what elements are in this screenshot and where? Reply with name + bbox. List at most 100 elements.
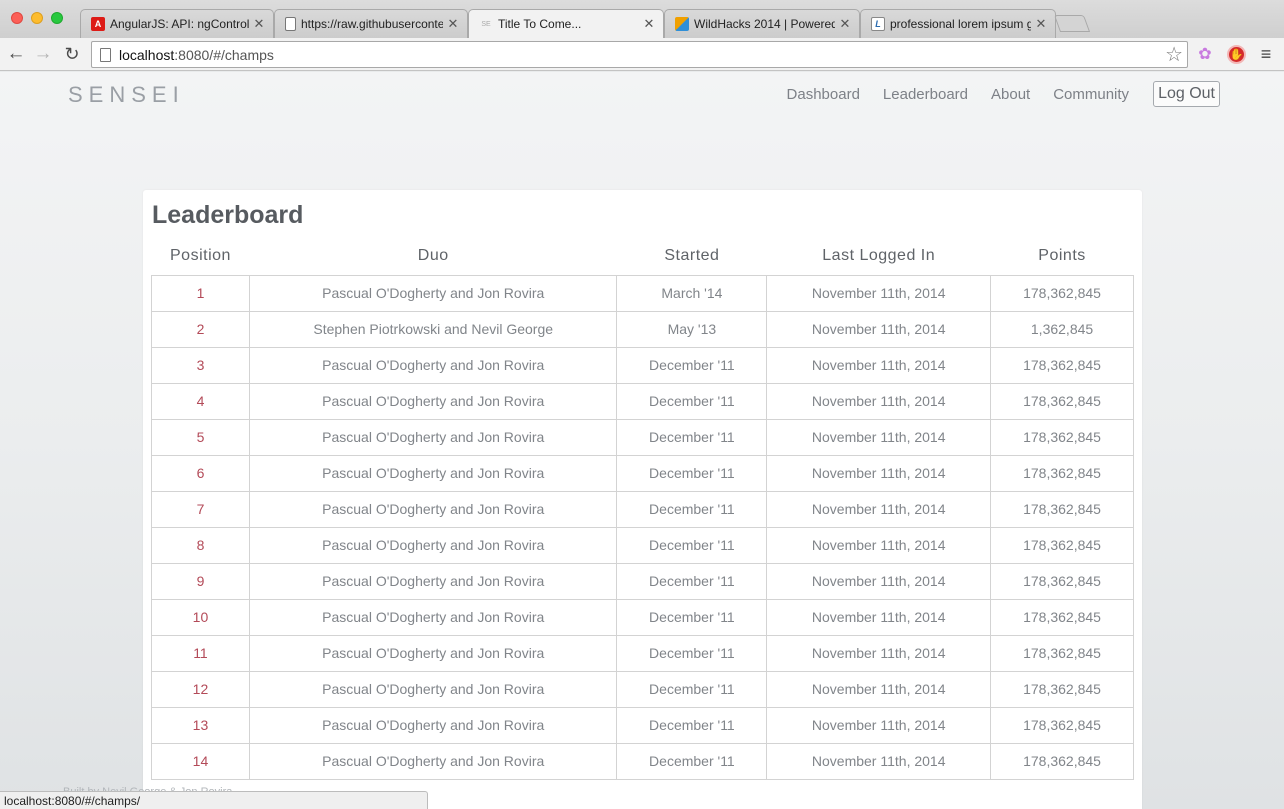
cell-position[interactable]: 5 [151, 418, 250, 456]
cell-duo: Pascual O'Dogherty and Jon Rovira [248, 562, 618, 600]
cell-points: 178,362,845 [990, 382, 1134, 420]
cell-duo: Pascual O'Dogherty and Jon Rovira [248, 742, 618, 780]
cell-started: December '11 [616, 742, 768, 780]
cell-position[interactable]: 11 [151, 634, 250, 672]
adblock-stop-icon[interactable]: ✋ [1227, 45, 1246, 64]
cell-position[interactable]: 7 [151, 490, 250, 528]
cell-started: December '11 [616, 454, 768, 492]
cell-last-logged-in: November 11th, 2014 [766, 382, 992, 420]
forward-arrow-icon[interactable]: → [32, 43, 54, 65]
table-header-row: Position Duo Started Last Logged In Poin… [152, 238, 1134, 275]
cell-position[interactable]: 4 [151, 382, 250, 420]
close-window-button[interactable] [11, 12, 23, 24]
address-bar[interactable]: localhost:8080/#/champs ☆ [91, 41, 1188, 68]
browser-tabstrip: A AngularJS: API: ngController ✕ https:/… [0, 0, 1284, 38]
tab-close-icon[interactable]: ✕ [839, 16, 851, 32]
cell-last-logged-in: November 11th, 2014 [766, 670, 992, 708]
cell-position[interactable]: 3 [151, 346, 250, 384]
new-tab-button[interactable] [1053, 15, 1091, 32]
cell-points: 178,362,845 [990, 670, 1134, 708]
table-row: 11 Pascual O'Dogherty and Jon Rovira Decem… [151, 634, 1134, 672]
column-header-started: Started [664, 247, 720, 265]
browser-tab-active[interactable]: SE Title To Come... ✕ [468, 9, 664, 38]
reload-icon[interactable]: ↻ [61, 43, 83, 65]
nav-community[interactable]: Community [1053, 86, 1129, 103]
cell-points: 178,362,845 [990, 346, 1134, 384]
cell-started: May '13 [616, 310, 768, 348]
url-path: :8080/#/champs [174, 47, 274, 63]
cell-points: 178,362,845 [990, 562, 1134, 600]
cell-duo: Pascual O'Dogherty and Jon Rovira [248, 382, 618, 420]
cell-points: 178,362,845 [990, 454, 1134, 492]
wildhacks-icon [675, 17, 689, 31]
logout-button[interactable]: Log Out [1153, 81, 1220, 107]
cell-started: December '11 [616, 346, 768, 384]
nav-dashboard[interactable]: Dashboard [787, 86, 860, 103]
tab-close-icon[interactable]: ✕ [643, 16, 655, 32]
tab-close-icon[interactable]: ✕ [447, 16, 459, 32]
table-row: 4 Pascual O'Dogherty and Jon Rovira Decemb… [151, 382, 1134, 420]
cell-last-logged-in: November 11th, 2014 [766, 490, 992, 528]
cell-position[interactable]: 1 [151, 274, 250, 312]
cell-last-logged-in: November 11th, 2014 [766, 742, 992, 780]
cell-started: December '11 [616, 490, 768, 528]
bookmark-star-icon[interactable]: ☆ [1165, 43, 1183, 67]
cell-last-logged-in: November 11th, 2014 [766, 346, 992, 384]
cell-duo: Pascual O'Dogherty and Jon Rovira [248, 634, 618, 672]
tab-close-icon[interactable]: ✕ [253, 16, 265, 32]
table-row: 7 Pascual O'Dogherty and Jon Rovira Decemb… [151, 490, 1134, 528]
cell-position[interactable]: 12 [151, 670, 250, 708]
site-logo[interactable]: SENSEI [68, 82, 185, 108]
page-viewport: SENSEI Dashboard Leaderboard About Commu… [0, 72, 1284, 809]
cell-duo: Pascual O'Dogherty and Jon Rovira [248, 706, 618, 744]
status-url-bubble: localhost:8080/#/champs/ [0, 791, 428, 809]
lipsum-icon: L [871, 17, 885, 31]
table-row: 1 Pascual O'Dogherty and Jon Rovira March … [151, 274, 1134, 312]
cell-position[interactable]: 2 [151, 310, 250, 348]
leaderboard-table: Position Duo Started Last Logged In Poin… [151, 238, 1134, 780]
cell-position[interactable]: 10 [151, 598, 250, 636]
cell-points: 178,362,845 [990, 634, 1134, 672]
table-row: 5 Pascual O'Dogherty and Jon Rovira Decemb… [151, 418, 1134, 456]
browser-tab-wildhacks[interactable]: WildHacks 2014 | Powered by ✕ [664, 9, 860, 38]
cell-duo: Pascual O'Dogherty and Jon Rovira [248, 526, 618, 564]
cell-last-logged-in: November 11th, 2014 [766, 274, 992, 312]
browser-tab-github-raw[interactable]: https://raw.githubusercontent.com ✕ [274, 9, 468, 38]
cell-last-logged-in: November 11th, 2014 [766, 562, 992, 600]
back-arrow-icon[interactable]: ← [5, 43, 27, 65]
table-row: 13 Pascual O'Dogherty and Jon Rovira Decem… [151, 706, 1134, 744]
cell-duo: Pascual O'Dogherty and Jon Rovira [248, 418, 618, 456]
cell-started: December '11 [616, 562, 768, 600]
leaderboard-rows: 1 Pascual O'Dogherty and Jon Rovira March … [151, 274, 1134, 780]
cell-points: 178,362,845 [990, 598, 1134, 636]
cell-last-logged-in: November 11th, 2014 [766, 418, 992, 456]
tab-title: professional lorem ipsum generator [890, 17, 1031, 31]
nav-about[interactable]: About [991, 86, 1030, 103]
cell-position[interactable]: 9 [151, 562, 250, 600]
zoom-window-button[interactable] [51, 12, 63, 24]
cell-duo: Pascual O'Dogherty and Jon Rovira [248, 490, 618, 528]
nav-leaderboard[interactable]: Leaderboard [883, 86, 968, 103]
cell-duo: Pascual O'Dogherty and Jon Rovira [248, 670, 618, 708]
cell-position[interactable]: 6 [151, 454, 250, 492]
tab-title: https://raw.githubusercontent.com [301, 17, 443, 31]
browser-tab-lipsum[interactable]: L professional lorem ipsum generator ✕ [860, 9, 1056, 38]
hamburger-menu-icon[interactable]: ≡ [1256, 44, 1276, 64]
minimize-window-button[interactable] [31, 12, 43, 24]
cell-position[interactable]: 13 [151, 706, 250, 744]
fairy-extension-icon[interactable]: ✿ [1195, 44, 1215, 64]
cell-position[interactable]: 14 [151, 742, 250, 780]
cell-started: December '11 [616, 634, 768, 672]
table-row: 6 Pascual O'Dogherty and Jon Rovira Decemb… [151, 454, 1134, 492]
leaderboard-card: Leaderboard Position Duo Started Last Lo… [143, 190, 1142, 809]
page-title: Leaderboard [152, 201, 304, 229]
tab-close-icon[interactable]: ✕ [1035, 16, 1047, 32]
cell-duo: Pascual O'Dogherty and Jon Rovira [248, 274, 618, 312]
cell-duo: Stephen Piotrkowski and Nevil George [248, 310, 618, 348]
column-header-duo: Duo [417, 247, 449, 265]
cell-points: 178,362,845 [990, 742, 1134, 780]
cell-position[interactable]: 8 [151, 526, 250, 564]
browser-tab-angularjs[interactable]: A AngularJS: API: ngController ✕ [80, 9, 274, 38]
cell-started: December '11 [616, 526, 768, 564]
table-row: 3 Pascual O'Dogherty and Jon Rovira Decemb… [151, 346, 1134, 384]
